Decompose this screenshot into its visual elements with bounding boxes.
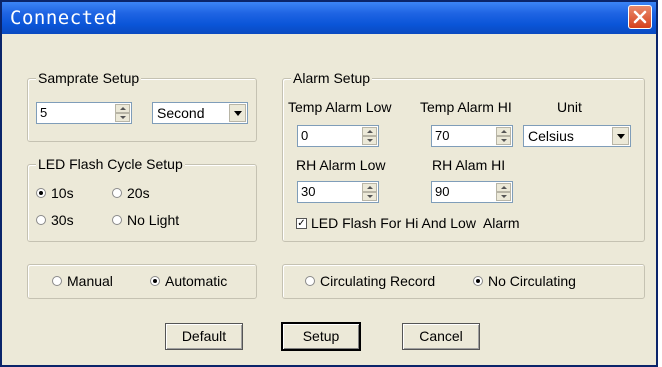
automatic-radio[interactable]: Automatic	[150, 273, 227, 289]
rh-hi-spinner[interactable]: 90	[431, 181, 513, 203]
title-bar: Connected	[2, 2, 656, 34]
radio-label: No Circulating	[488, 273, 576, 289]
led-flash-alarm-checkbox[interactable]: ✓ LED Flash For Hi And Low Alarm	[296, 215, 520, 231]
radio-icon	[112, 215, 122, 226]
alarm-group: Alarm Setup Temp Alarm Low Temp Alarm HI…	[282, 70, 645, 242]
led-radio-30s[interactable]: 30s	[36, 212, 74, 228]
spin-up-icon[interactable]	[362, 127, 377, 136]
checkmark-icon: ✓	[296, 217, 307, 229]
spin-down-icon[interactable]	[496, 192, 511, 201]
close-icon	[633, 10, 647, 24]
radio-icon	[473, 276, 483, 287]
samprate-value: 5	[40, 105, 48, 120]
unit-select[interactable]: Celsius	[523, 125, 631, 147]
circulating-record-radio[interactable]: Circulating Record	[305, 273, 435, 289]
radio-label: 10s	[51, 185, 74, 201]
led-flash-alarm-label: LED Flash For Hi And Low Alarm	[311, 215, 520, 231]
radio-label: Automatic	[165, 273, 228, 289]
alarm-legend: Alarm Setup	[291, 70, 373, 86]
setup-button[interactable]: Setup	[282, 323, 360, 350]
rh-low-label: RH Alarm Low	[296, 157, 386, 173]
radio-icon	[36, 215, 46, 226]
radio-label: Circulating Record	[320, 273, 436, 289]
temp-hi-label: Temp Alarm HI	[420, 99, 512, 115]
spin-down-icon[interactable]	[362, 192, 377, 201]
temp-low-label: Temp Alarm Low	[288, 99, 392, 115]
chevron-down-icon[interactable]	[229, 104, 246, 122]
spin-down-icon[interactable]	[115, 113, 130, 122]
record-group: Circulating Record No Circulating	[282, 264, 645, 299]
radio-label: No Light	[127, 212, 180, 228]
close-button[interactable]	[628, 5, 652, 29]
mode-group: Manual Automatic	[27, 264, 257, 299]
cancel-button[interactable]: Cancel	[402, 323, 480, 350]
radio-icon	[305, 276, 315, 287]
dialog-window: Connected Samprate Setup 5 Second LED Fl…	[0, 0, 658, 367]
no-circulating-radio[interactable]: No Circulating	[473, 273, 576, 289]
unit-label: Unit	[557, 99, 582, 115]
temp-low-spinner[interactable]: 0	[297, 125, 379, 147]
rh-hi-label: RH Alam HI	[432, 157, 506, 173]
unit-value: Celsius	[528, 128, 574, 144]
rh-low-value: 30	[301, 184, 316, 199]
manual-radio[interactable]: Manual	[52, 273, 113, 289]
radio-label: 20s	[127, 185, 150, 201]
samprate-unit-select[interactable]: Second	[152, 102, 248, 124]
radio-label: 30s	[51, 212, 74, 228]
spin-up-icon[interactable]	[496, 183, 511, 192]
temp-hi-value: 70	[435, 128, 450, 143]
dialog-body: Samprate Setup 5 Second LED Flash Cycle …	[2, 34, 656, 365]
radio-icon	[112, 188, 122, 199]
radio-icon	[52, 276, 62, 287]
samprate-spinner[interactable]: 5	[36, 102, 132, 124]
radio-label: Manual	[67, 273, 113, 289]
window-title: Connected	[10, 7, 118, 29]
spin-up-icon[interactable]	[115, 104, 130, 113]
rh-low-spinner[interactable]: 30	[297, 181, 379, 203]
led-radio-20s[interactable]: 20s	[112, 185, 150, 201]
radio-icon	[150, 276, 160, 287]
spin-up-icon[interactable]	[496, 127, 511, 136]
spin-up-icon[interactable]	[362, 183, 377, 192]
led-cycle-legend: LED Flash Cycle Setup	[36, 156, 185, 172]
led-radio-no-light[interactable]: No Light	[112, 212, 179, 228]
spin-down-icon[interactable]	[362, 136, 377, 145]
default-button[interactable]: Default	[165, 323, 243, 350]
rh-hi-value: 90	[435, 184, 450, 199]
temp-hi-spinner[interactable]: 70	[431, 125, 513, 147]
samprate-group: Samprate Setup 5 Second	[27, 70, 257, 142]
temp-low-value: 0	[301, 128, 309, 143]
chevron-down-icon[interactable]	[612, 127, 629, 145]
led-cycle-group: LED Flash Cycle Setup 10s 20s 30s No Lig…	[27, 156, 257, 242]
spin-down-icon[interactable]	[496, 136, 511, 145]
samprate-legend: Samprate Setup	[36, 70, 142, 86]
led-radio-10s[interactable]: 10s	[36, 185, 74, 201]
samprate-unit-value: Second	[157, 105, 205, 121]
radio-icon	[36, 188, 46, 199]
